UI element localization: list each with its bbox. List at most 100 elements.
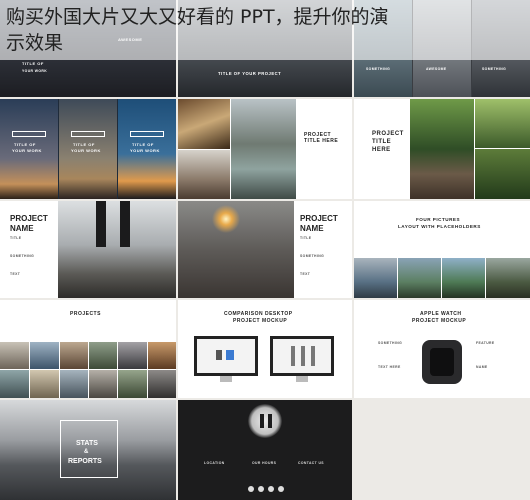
slide-7-photo-feet xyxy=(58,201,176,298)
slide-8[interactable]: PROJECT NAME TITLE SOMETHING TEXT xyxy=(178,201,352,298)
slide-4-title-e: TITLE OF xyxy=(132,142,154,147)
slide-9-title-a: FOUR PICTURES xyxy=(416,217,461,222)
slide-14-social-icon-4 xyxy=(278,486,284,492)
slide-14-social-icon-3 xyxy=(268,486,274,492)
slide-6-title-b: TITLE xyxy=(372,139,392,145)
slide-6-photo-trees-b xyxy=(475,149,530,199)
empty-cell xyxy=(354,400,530,500)
slide-3-label-c: SOMETHING xyxy=(482,67,507,71)
slide-10-thumb-11 xyxy=(118,370,147,398)
slide-6-photo-trees-a xyxy=(475,99,530,148)
slide-13-title-b: & xyxy=(84,449,89,455)
slide-13[interactable]: STATS & REPORTS xyxy=(0,400,176,500)
slide-14-social-icon-2 xyxy=(258,486,264,492)
slide-7-legs-2 xyxy=(120,201,130,247)
slide-4-box-a xyxy=(12,131,46,137)
slide-1-label-a: TITLE OF xyxy=(22,61,44,66)
slide-7-title-d: SOMETHING xyxy=(10,254,35,258)
slide-11-bottle-1 xyxy=(291,346,295,366)
slide-10-thumb-3 xyxy=(60,342,88,369)
slide-9-title-b: LAYOUT WITH PLACEHOLDERS xyxy=(398,224,481,229)
slide-13-title-c: REPORTS xyxy=(68,458,102,465)
slide-12-title-a: APPLE WATCH xyxy=(420,311,462,317)
slide-5-photo-city xyxy=(178,150,230,199)
slide-13-title-a: STATS xyxy=(76,440,98,447)
slide-10-thumb-1 xyxy=(0,342,29,369)
slide-12-label-b: FEATURE xyxy=(476,341,495,345)
slide-14-figure-2 xyxy=(268,414,272,428)
slide-10-thumb-2 xyxy=(30,342,59,369)
slide-7-title-a: PROJECT xyxy=(10,214,48,223)
slide-4-title-c: TITLE OF xyxy=(73,142,95,147)
slide-8-title-c: TITLE xyxy=(300,236,312,240)
slide-4[interactable]: TITLE OF YOUR WORK TITLE OF YOUR WORK TI… xyxy=(0,99,176,199)
slide-11-monitor-b-stand xyxy=(296,376,308,382)
slide-9[interactable]: FOUR PICTURES LAYOUT WITH PLACEHOLDERS xyxy=(354,201,530,298)
slide-12-label-c: TEXT HERE xyxy=(378,365,401,369)
slide-10-title: PROJECTS xyxy=(70,311,101,317)
overlay-caption: 购买外国大片又大又好看的 PPT，提升你的演 示效果 xyxy=(0,0,530,60)
slide-12-label-a: SOMETHING xyxy=(378,341,403,345)
slide-8-title-d: SOMETHING xyxy=(300,254,325,258)
slide-8-title-a: PROJECT xyxy=(300,214,338,223)
slide-12[interactable]: APPLE WATCH PROJECT MOCKUP SOMETHING FEA… xyxy=(354,300,530,398)
slide-10-thumb-7 xyxy=(0,370,29,398)
slide-11[interactable]: COMPARISON DESKTOP PROJECT MOCKUP xyxy=(178,300,352,398)
slide-4-title-a: TITLE OF xyxy=(14,142,36,147)
slide-8-photo-sparkler xyxy=(178,201,294,298)
slide-14[interactable]: LOCATION OUR HOURS CONTACT US xyxy=(178,400,352,500)
slide-7-title-c: TITLE xyxy=(10,236,22,240)
slide-8-title-e: TEXT xyxy=(300,272,311,276)
slide-12-watch-face xyxy=(430,348,454,376)
slide-4-title-b: YOUR WORK xyxy=(12,148,42,153)
slide-11-monitor-a-stand xyxy=(220,376,232,382)
slide-5-photo-river xyxy=(231,99,296,199)
slide-4-box-c xyxy=(130,131,164,137)
slide-10-thumb-5 xyxy=(118,342,147,369)
overlay-caption-line-1: 购买外国大片又大又好看的 PPT，提升你的演 xyxy=(6,6,389,28)
slide-14-figure-1 xyxy=(260,414,264,428)
slide-2-title: TITLE OF YOUR PROJECT xyxy=(218,71,282,76)
slide-7-title-e: TEXT xyxy=(10,272,21,276)
slide-5-photo-book xyxy=(178,99,230,149)
slide-8-title-b: NAME xyxy=(300,224,324,233)
slide-5[interactable]: PROJECT TITLE HERE xyxy=(178,99,352,199)
slide-11-bottle-2 xyxy=(301,346,305,366)
slide-11-bottle-3 xyxy=(311,346,315,366)
slide-12-title-b: PROJECT MOCKUP xyxy=(412,318,467,324)
slide-6-title-c: HERE xyxy=(372,147,391,153)
slide-3-label-b: AWESOME xyxy=(426,67,447,71)
slide-10[interactable]: PROJECTS xyxy=(0,300,176,398)
slide-11-title-b: PROJECT MOCKUP xyxy=(233,318,288,324)
slide-10-thumb-9 xyxy=(60,370,88,398)
slide-3-label-a: SOMETHING xyxy=(366,67,391,71)
slide-14-label-location: LOCATION xyxy=(204,461,225,465)
slide-9-photo-d xyxy=(486,258,530,298)
slide-thumbnail-grid: TITLE OF AWESOME YOUR WORK TITLE OF YOUR… xyxy=(0,0,530,500)
slide-11-device-2 xyxy=(226,350,234,360)
slide-14-label-hours: OUR HOURS xyxy=(252,461,277,465)
slide-5-title-b: TITLE HERE xyxy=(304,138,339,144)
slide-11-device-1 xyxy=(216,350,222,360)
slide-4-title-d: YOUR WORK xyxy=(71,148,101,153)
slide-4-box-b xyxy=(71,131,105,137)
slide-10-thumb-6 xyxy=(148,342,176,369)
slide-9-photo-c xyxy=(442,258,485,298)
slide-14-label-contact: CONTACT US xyxy=(298,461,324,465)
slide-10-thumb-10 xyxy=(89,370,117,398)
slide-14-photo-circle xyxy=(248,404,282,438)
slide-11-title-a: COMPARISON DESKTOP xyxy=(224,311,293,317)
slide-1-label-c: YOUR WORK xyxy=(22,69,48,73)
overlay-caption-line-2: 示效果 xyxy=(6,32,64,54)
slide-10-thumb-4 xyxy=(89,342,117,369)
slide-6-title-a: PROJECT xyxy=(372,131,404,137)
slide-13-frame xyxy=(60,420,118,478)
slide-6[interactable]: PROJECT TITLE HERE xyxy=(354,99,530,199)
slide-4-title-f: YOUR WORK xyxy=(130,148,160,153)
slide-7[interactable]: PROJECT NAME TITLE SOMETHING TEXT xyxy=(0,201,176,298)
slide-12-label-d: NAME xyxy=(476,365,488,369)
slide-9-photo-a xyxy=(354,258,397,298)
slide-10-thumb-8 xyxy=(30,370,59,398)
slide-7-legs xyxy=(96,201,106,247)
slide-7-title-b: NAME xyxy=(10,224,34,233)
